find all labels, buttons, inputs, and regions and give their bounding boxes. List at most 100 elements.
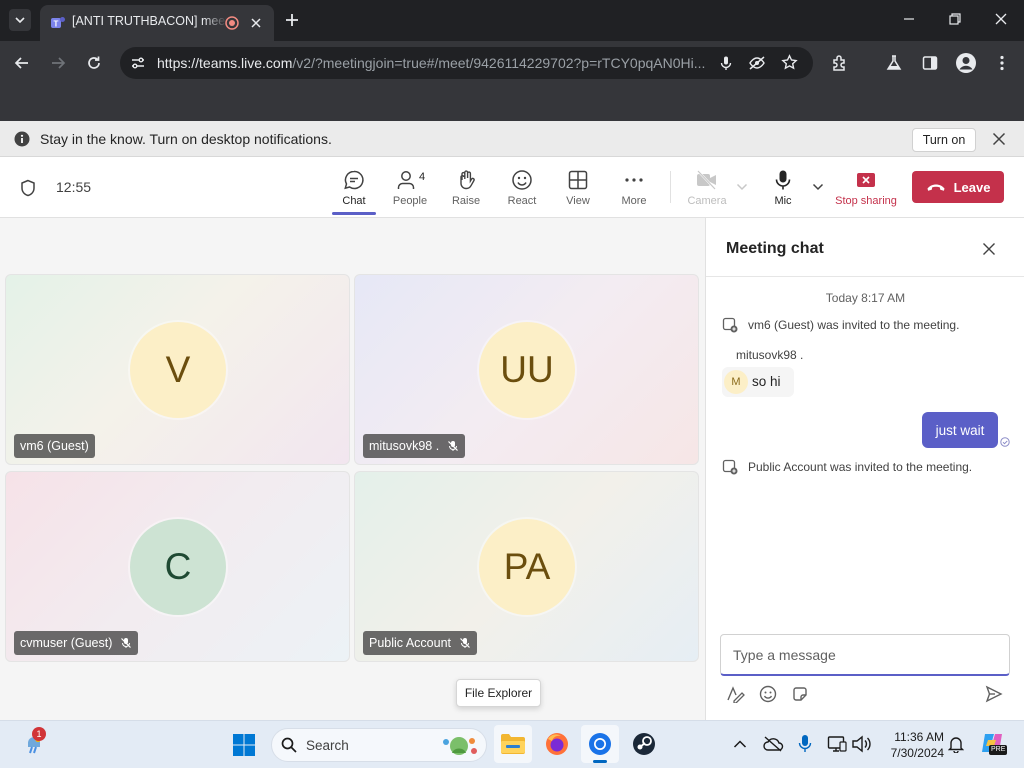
info-icon: [14, 131, 30, 147]
plus-icon: [286, 14, 298, 26]
svg-text:T: T: [54, 20, 59, 29]
reload-icon: [88, 56, 100, 69]
browser-tab-active[interactable]: T [ANTI TRUTHBACON] meeting: [40, 5, 274, 41]
weather-widget-button[interactable]: 1: [20, 727, 48, 759]
stop-sharing-label: Stop sharing: [835, 195, 897, 207]
chat-button[interactable]: Chat: [332, 157, 376, 217]
labs-button[interactable]: [884, 53, 904, 73]
participant-tile[interactable]: V vm6 (Guest): [5, 274, 350, 465]
mic-label: Mic: [774, 195, 792, 207]
volume-icon[interactable]: [851, 735, 871, 753]
meeting-toolbar: 12:55 Chat 4 People Raise React View Mor…: [0, 157, 1024, 218]
format-button[interactable]: [726, 685, 746, 703]
camera-button[interactable]: Camera: [684, 157, 730, 217]
puzzle-icon: [833, 55, 845, 71]
browser-menu-button[interactable]: [992, 53, 1012, 73]
message-input[interactable]: [721, 635, 1009, 674]
address-bar[interactable]: https://teams.live.com/v2/?meetingjoin=t…: [120, 47, 813, 79]
message-text: so hi: [752, 374, 781, 389]
mic-button[interactable]: Mic: [764, 157, 802, 217]
dismiss-notification-button[interactable]: [992, 132, 1006, 146]
new-tab-button[interactable]: [284, 12, 300, 28]
participant-name-tag: vm6 (Guest): [14, 434, 95, 458]
people-button[interactable]: 4 People: [388, 157, 432, 217]
system-message-text: vm6 (Guest) was invited to the meeting.: [748, 318, 960, 332]
network-icon[interactable]: [827, 735, 847, 753]
close-chat-button[interactable]: [982, 242, 996, 256]
bookmark-star-icon[interactable]: [781, 54, 798, 71]
site-settings-icon[interactable]: [130, 55, 146, 71]
leave-button[interactable]: Leave: [912, 171, 1004, 203]
participant-tile[interactable]: PA Public Account: [354, 471, 699, 662]
mic-muted-icon: [121, 638, 132, 648]
date-divider: Today 8:17 AM: [825, 291, 906, 305]
forward-button[interactable]: [48, 53, 68, 73]
recording-icon: [225, 16, 239, 30]
restore-button[interactable]: [948, 12, 962, 26]
teams-favicon-icon: T: [50, 15, 66, 31]
stop-sharing-button[interactable]: Stop sharing: [834, 157, 898, 217]
start-button[interactable]: [232, 733, 256, 757]
mic-options-chevron[interactable]: [812, 183, 824, 191]
restore-icon: [949, 13, 961, 25]
microphone-tray-icon[interactable]: [797, 734, 813, 754]
chat-header-divider: [706, 276, 1024, 277]
message-compose-box[interactable]: [720, 634, 1010, 676]
taskbar-search-box[interactable]: Search: [271, 728, 487, 762]
profile-button[interactable]: [955, 52, 977, 74]
smiley-icon: [759, 685, 777, 703]
taskbar-steam[interactable]: [625, 725, 663, 763]
url-host: https://teams.live.com: [157, 55, 293, 71]
more-horizontal-icon: [625, 178, 643, 182]
chat-label: Chat: [342, 195, 366, 207]
react-button[interactable]: React: [502, 157, 542, 217]
notification-bar: Stay in the know. Turn on desktop notifi…: [0, 121, 1024, 157]
participant-tile[interactable]: UU mitusovk98 .: [354, 274, 699, 465]
close-icon: [992, 132, 1006, 146]
chat-icon: [344, 170, 364, 190]
more-vertical-icon: [1000, 55, 1004, 71]
camera-blocked-icon[interactable]: [748, 55, 766, 71]
shield-icon: [20, 179, 36, 197]
raise-label: Raise: [451, 195, 481, 207]
show-hidden-icons-button[interactable]: [733, 739, 747, 749]
leave-label: Leave: [953, 179, 991, 195]
more-button[interactable]: More: [614, 157, 654, 217]
cloud-sync-icon[interactable]: [762, 735, 784, 753]
view-button[interactable]: View: [558, 157, 598, 217]
taskbar-chrome[interactable]: [581, 725, 619, 763]
close-window-button[interactable]: [994, 12, 1008, 26]
back-button[interactable]: [12, 53, 32, 73]
raise-hand-button[interactable]: Raise: [446, 157, 486, 217]
notifications-bell-button[interactable]: [948, 735, 964, 753]
chevron-down-icon: [15, 17, 25, 23]
avatar: V: [130, 322, 226, 418]
extensions-button[interactable]: [830, 53, 850, 73]
taskbar-file-explorer[interactable]: [494, 725, 532, 763]
side-panel-button[interactable]: [920, 53, 940, 73]
send-button[interactable]: [985, 685, 1003, 703]
sticker-button[interactable]: [791, 685, 809, 703]
message-sent-icon: [1000, 437, 1010, 447]
minimize-button[interactable]: [902, 12, 916, 26]
turn-on-notifications-button[interactable]: Turn on: [912, 128, 976, 152]
copilot-button[interactable]: PRE: [979, 730, 1008, 756]
clock[interactable]: 11:36 AM 7/30/2024: [882, 729, 944, 761]
minimize-icon: [904, 18, 914, 20]
tab-close-button[interactable]: [248, 15, 264, 31]
system-message-text: Public Account was invited to the meetin…: [748, 460, 973, 474]
incoming-message-bubble[interactable]: M so hi: [722, 367, 794, 397]
camera-options-chevron[interactable]: [736, 183, 748, 191]
microphone-in-use-icon[interactable]: [718, 55, 734, 71]
browser-toolbar: https://teams.live.com/v2/?meetingjoin=t…: [0, 41, 1024, 121]
steam-icon: [633, 733, 655, 755]
emoji-button[interactable]: [759, 685, 777, 703]
outgoing-message-bubble[interactable]: just wait: [922, 412, 998, 448]
browser-tab-strip: T [ANTI TRUTHBACON] meeting: [0, 0, 1024, 41]
tab-list-button[interactable]: [9, 9, 31, 31]
reload-button[interactable]: [84, 53, 104, 73]
participant-tile[interactable]: C cvmuser (Guest): [5, 471, 350, 662]
arrow-right-icon: [52, 57, 66, 69]
active-app-indicator: [593, 760, 607, 763]
taskbar-firefox[interactable]: [538, 725, 576, 763]
